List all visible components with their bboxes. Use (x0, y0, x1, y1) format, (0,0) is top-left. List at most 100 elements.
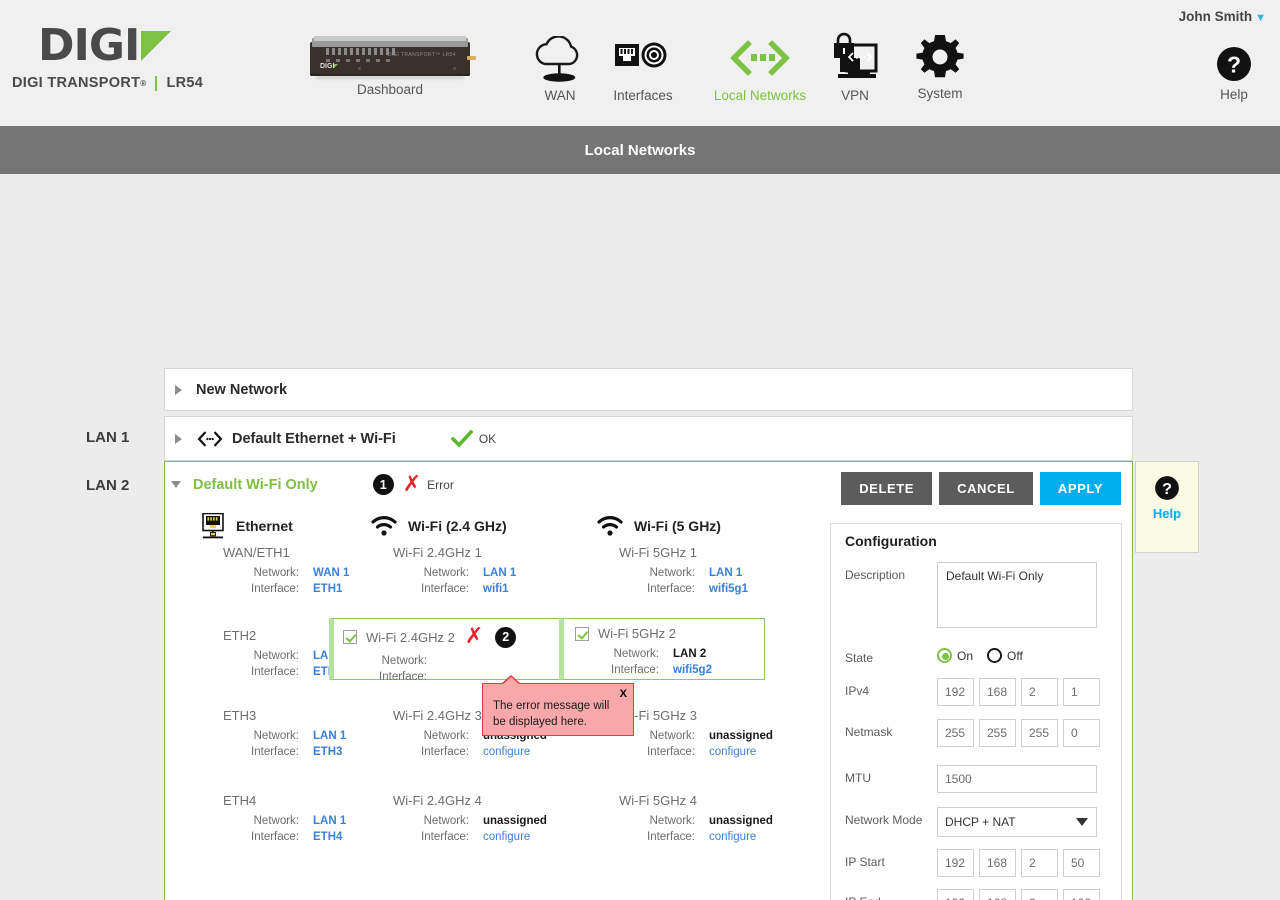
lan2-panel-header: Default Wi-Fi Only 1 ✗ Error DELETE CANC… (165, 462, 1132, 509)
chevron-right-icon[interactable] (175, 384, 182, 395)
nav-item-vpn[interactable]: VPN (810, 30, 900, 103)
brand-logo-block: DIGI DIGI TRANSPORT ® LR54 (12, 20, 302, 92)
digi-wordmark: DIGI (38, 20, 140, 71)
radio-state-off[interactable]: Off (987, 648, 1023, 663)
ipv4-octet-4[interactable] (1063, 678, 1100, 706)
ipv4-octet-2[interactable] (979, 678, 1016, 706)
network-value[interactable]: LAN 1 (299, 813, 346, 829)
interface-value[interactable]: wifi5g1 (695, 581, 748, 597)
ipv4-octet-3[interactable] (1021, 678, 1058, 706)
delete-button[interactable]: DELETE (841, 472, 933, 505)
ip-start-octet-4[interactable] (1063, 849, 1100, 877)
nav-item-help[interactable]: ? Help (1202, 44, 1266, 102)
configure-link[interactable]: configure (469, 829, 530, 845)
ethernet-port-icon (202, 513, 224, 539)
ip-end-octet-4[interactable] (1063, 889, 1100, 900)
ip-end-octet-1[interactable] (937, 889, 974, 900)
ip-end-octet-2[interactable] (979, 889, 1016, 900)
nav-item-wan[interactable]: WAN (515, 36, 605, 103)
help-side-box-label: Help (1152, 506, 1182, 521)
ip-end-octet-3[interactable] (1021, 889, 1058, 900)
accordion-row-new-network[interactable]: New Network (164, 368, 1133, 411)
configure-link[interactable]: configure (469, 744, 530, 760)
user-menu[interactable]: John Smith ▼ (1179, 9, 1266, 24)
description-textarea[interactable] (937, 562, 1097, 628)
ip-start-octet-3[interactable] (1021, 849, 1058, 877)
entry-wifi24-1: Wi-Fi 2.4GHz 1 Network: LAN 1 Interface: w… (371, 545, 577, 597)
netmask-octet-2[interactable] (979, 719, 1016, 747)
radio-on-label: On (957, 648, 974, 663)
ip-start-octets (937, 849, 1121, 877)
network-value[interactable]: LAN 1 (299, 728, 346, 744)
label-ip-end: IP End (845, 889, 937, 900)
column-header-wifi24: Wi-Fi (2.4 GHz) (371, 509, 601, 543)
interface-value[interactable]: ETH4 (299, 829, 342, 845)
entry-wifi5-1: Wi-Fi 5GHz 1 Network: LAN 1 Interface: wif… (597, 545, 803, 597)
field-network-mode: Network Mode DHCP + NAT (831, 807, 1121, 837)
nav-label-vpn: VPN (841, 88, 869, 103)
nav-item-local-networks[interactable]: Local Networks (695, 36, 825, 103)
cancel-button[interactable]: CANCEL (939, 472, 1033, 505)
radio-state-on[interactable]: On (937, 648, 973, 663)
entry-name-row: Wi-Fi 5GHz 2 (575, 626, 781, 641)
local-networks-icon (197, 430, 223, 447)
nav-item-interfaces[interactable]: Interfaces (598, 36, 688, 103)
chevron-right-icon[interactable] (175, 433, 182, 444)
interface-label: Interface: (421, 831, 469, 843)
network-value[interactable]: WAN 1 (299, 565, 349, 581)
mtu-input[interactable] (937, 765, 1097, 793)
configure-link[interactable]: configure (695, 744, 756, 760)
netmask-octets (937, 719, 1121, 747)
column-title-ethernet: Ethernet (236, 518, 293, 534)
green-check-icon (450, 429, 473, 448)
nav-item-system[interactable]: System (895, 32, 985, 101)
checkbox-wifi24-2[interactable] (343, 630, 357, 644)
interface-value[interactable]: wifi1 (469, 581, 509, 597)
field-ipv4: IPv4 (831, 678, 1121, 706)
interface-value[interactable] (427, 669, 441, 685)
network-label: Network: (381, 655, 427, 667)
ipv4-octet-1[interactable] (937, 678, 974, 706)
netmask-octet-3[interactable] (1021, 719, 1058, 747)
chevron-down-icon (1076, 818, 1088, 826)
network-value: unassigned (709, 815, 773, 827)
interface-value[interactable]: wifi5g2 (659, 662, 712, 678)
network-label: Network: (649, 815, 695, 827)
apply-button[interactable]: APPLY (1039, 472, 1121, 505)
network-value[interactable]: LAN 1 (695, 565, 742, 581)
panel-action-buttons: DELETE CANCEL APPLY (841, 472, 1121, 505)
chevron-down-icon[interactable] (171, 481, 181, 488)
help-side-box[interactable]: ? Help (1135, 461, 1199, 553)
nav-label-dashboard: Dashboard (356, 82, 424, 97)
netmask-octet-1[interactable] (937, 719, 974, 747)
error-tooltip: X The error message will be displayed he… (482, 675, 634, 736)
interface-label: Interface: (251, 746, 299, 758)
tooltip-close-icon[interactable]: X (620, 686, 627, 702)
configure-link[interactable]: configure (695, 829, 756, 845)
label-state: State (845, 651, 874, 665)
interface-label: Interface: (611, 664, 659, 676)
status-text-lan1: OK (478, 431, 497, 446)
interface-label: Interface: (421, 583, 469, 595)
network-mode-select[interactable]: DHCP + NAT (937, 807, 1097, 837)
product-line-label: DIGI TRANSPORT (12, 75, 141, 91)
status-badge-lan2: 1 ✗ Error (372, 473, 454, 496)
ip-start-octet-1[interactable] (937, 849, 974, 877)
interface-value[interactable]: ETH3 (299, 744, 342, 760)
nav-item-dashboard[interactable]: DIGI DIGI TRANSPORT™ LR54 Dashboard (305, 32, 476, 97)
radio-off-icon (987, 648, 1003, 663)
netmask-octet-4[interactable] (1063, 719, 1100, 747)
page-title-bar: Local Networks (0, 126, 1280, 174)
digi-swoosh-icon (141, 31, 172, 61)
checkbox-wifi5-2[interactable] (575, 626, 589, 641)
network-value[interactable]: LAN 1 (469, 565, 516, 581)
interface-label: Interface: (647, 746, 695, 758)
ip-start-octet-2[interactable] (979, 849, 1016, 877)
ipv4-octets (937, 678, 1121, 706)
network-value[interactable] (427, 653, 441, 669)
model-label: LR54 (166, 75, 204, 91)
product-subtitle: DIGI TRANSPORT ® LR54 (12, 75, 302, 91)
status-badge-lan1: OK (450, 429, 497, 448)
interface-value[interactable]: ETH1 (299, 581, 342, 597)
accordion-row-lan1[interactable]: Default Ethernet + Wi-Fi OK (164, 416, 1133, 461)
